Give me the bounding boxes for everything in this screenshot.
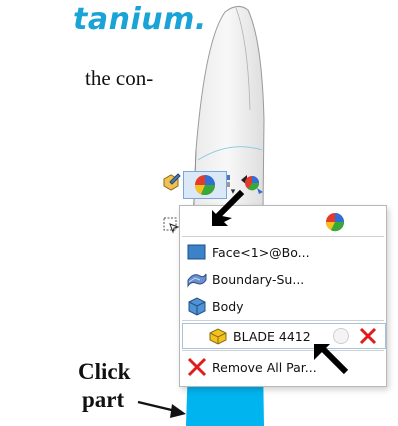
remove-x-icon[interactable] — [359, 327, 377, 345]
edit-part-button[interactable] — [160, 171, 182, 193]
menu-item-label: Remove All Par... — [212, 359, 317, 375]
menu-separator — [182, 320, 384, 321]
menu-item-face[interactable]: Face<1>@Bo... — [180, 239, 386, 265]
menu-separator — [182, 236, 384, 237]
menu-item-part[interactable]: BLADE 4412 — [182, 323, 386, 349]
callout-line-1: Click — [78, 359, 131, 384]
part-icon — [209, 328, 227, 345]
callout-arrow — [137, 400, 186, 418]
boundary-surface-icon — [187, 273, 207, 288]
menu-item-body[interactable]: Body — [180, 293, 386, 319]
menu-item-remove-all[interactable]: Remove All Par... — [180, 354, 386, 380]
select-component-icon — [163, 217, 180, 234]
edit-part-icon — [163, 173, 181, 191]
page-heading: tanium. — [73, 2, 207, 37]
pointer-arrow-icon — [212, 190, 245, 226]
body-text: the con- — [85, 66, 154, 90]
menu-item-label: Boundary-Su... — [212, 271, 305, 287]
body-icon — [188, 297, 206, 316]
menu-separator — [182, 350, 384, 351]
callout-label: Click part — [78, 358, 130, 414]
menu-item-label: Face<1>@Bo... — [212, 244, 310, 260]
menu-item-boundary-surface[interactable]: Boundary-Su... — [180, 266, 386, 292]
appearance-color-icon — [325, 213, 345, 232]
menu-item-label: BLADE 4412 — [233, 328, 311, 344]
callout-line-2: part — [82, 387, 125, 412]
face-icon — [187, 244, 206, 260]
appearance-menu: Face<1>@Bo... Boundary-Su... Body BLADE … — [179, 205, 387, 387]
menu-item-label: Body — [212, 298, 244, 314]
pointer-arrow-icon — [314, 343, 349, 375]
remove-x-icon — [187, 357, 207, 377]
